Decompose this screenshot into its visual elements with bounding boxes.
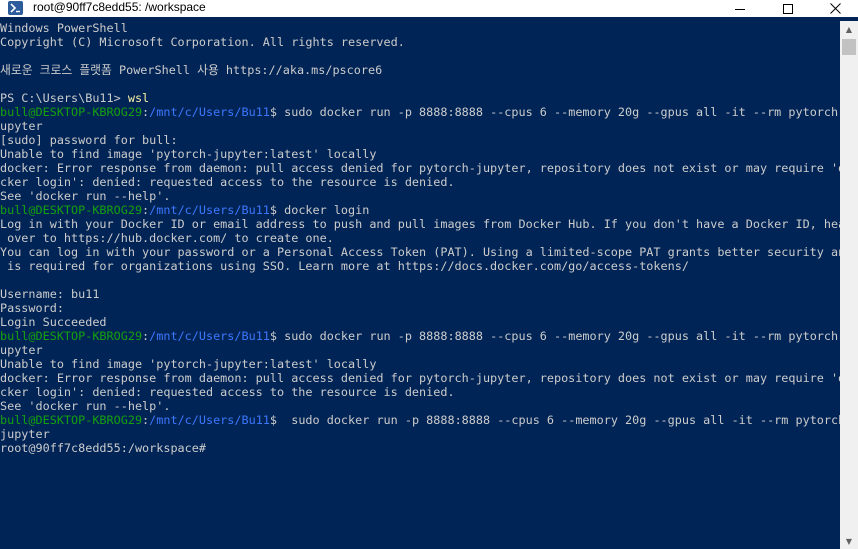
minimize-button[interactable] — [717, 0, 763, 17]
terminal-line: is required for organizations using SSO.… — [0, 259, 689, 273]
terminal-prompt-line: bull@DESKTOP-KBROG29:/mnt/c/Users/Bu11$ … — [0, 329, 840, 343]
scroll-thumb[interactable] — [842, 39, 856, 55]
terminal-prompt-line: bull@DESKTOP-KBROG29:/mnt/c/Users/Bu11$ … — [0, 413, 840, 427]
terminal-line: PS C:\Users\Bu11> wsl — [0, 91, 150, 105]
terminal-line: See 'docker run --help'. — [0, 399, 171, 413]
powershell-icon — [8, 1, 23, 15]
terminal-line: cker login': denied: requested access to… — [0, 385, 455, 399]
vertical-scrollbar[interactable]: ▲ ▼ — [840, 21, 858, 549]
terminal-line: Log in with your Docker ID or email addr… — [0, 217, 840, 231]
terminal-line: docker: Error response from daemon: pull… — [0, 161, 840, 175]
close-icon — [829, 3, 841, 14]
terminal-line: You can log in with your password or a P… — [0, 245, 840, 259]
terminal-line: over to https://hub.docker.com/ to creat… — [0, 231, 334, 245]
title-bar[interactable]: root@90ff7c8edd55: /workspace — [0, 0, 858, 17]
terminal-line: Unable to find image 'pytorch-jupyter:la… — [0, 357, 377, 371]
close-button[interactable] — [812, 0, 858, 17]
window-title: root@90ff7c8edd55: /workspace — [33, 0, 206, 14]
terminal-line: Username: bu11 — [0, 287, 100, 301]
terminal-line: [sudo] password for bull: — [0, 133, 178, 147]
maximize-icon — [783, 3, 793, 14]
terminal-prompt-line: bull@DESKTOP-KBROG29:/mnt/c/Users/Bu11$ … — [0, 203, 370, 217]
terminal-output[interactable]: Windows PowerShell Copyright (C) Microso… — [0, 21, 840, 549]
terminal-line: upyter — [0, 343, 43, 357]
terminal-line: Windows PowerShell — [0, 21, 128, 35]
scroll-up-icon[interactable]: ▲ — [840, 21, 858, 37]
terminal-line: cker login': denied: requested access to… — [0, 175, 455, 189]
terminal-line: jupyter — [0, 427, 50, 441]
terminal-line: See 'docker run --help'. — [0, 189, 171, 203]
minimize-icon — [735, 8, 745, 10]
terminal-line: Password: — [0, 301, 64, 315]
terminal-line: Login Succeeded — [0, 315, 107, 329]
terminal-current-prompt[interactable]: root@90ff7c8edd55:/workspace# — [0, 441, 206, 455]
terminal-line: docker: Error response from daemon: pull… — [0, 371, 840, 385]
terminal-line: Copyright (C) Microsoft Corporation. All… — [0, 35, 405, 49]
terminal-prompt-line: bull@DESKTOP-KBROG29:/mnt/c/Users/Bu11$ … — [0, 105, 840, 119]
terminal-line: upyter — [0, 119, 43, 133]
terminal-line: Unable to find image 'pytorch-jupyter:la… — [0, 147, 377, 161]
terminal-line: 새로운 크로스 플랫폼 PowerShell 사용 https://aka.ms… — [0, 63, 383, 77]
scroll-down-icon[interactable]: ▼ — [840, 533, 858, 549]
maximize-button[interactable] — [765, 0, 811, 17]
